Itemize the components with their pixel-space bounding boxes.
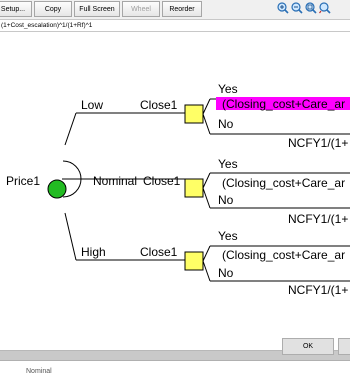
cancel-button[interactable] [338,338,350,355]
tree-canvas[interactable]: Price1 Low Close1 Yes (Closing_cost+Care… [0,32,350,350]
zoom-fit-icon[interactable] [305,2,317,14]
no-line-nominal [202,187,211,209]
ok-button[interactable]: OK [282,338,334,355]
branch-line-low [64,112,77,146]
reorder-button[interactable]: Reorder [162,1,202,17]
decision-node-high[interactable] [184,251,204,271]
root-node-label: Price1 [6,174,40,188]
full-screen-button[interactable]: Full Screen [74,1,120,17]
no-label-low: No [218,117,234,131]
partial-list-text: Nominal [26,368,52,375]
value-label-high: NCFY1/(1+ [288,283,348,297]
no-label-high: No [218,266,234,280]
yes-line-high [202,245,211,262]
yes-label-low: Yes [218,82,238,96]
no-label-nominal: No [218,193,234,207]
decision-label-low: Close1 [140,98,178,112]
decision-label-high: Close1 [140,245,178,259]
formula-field[interactable]: (1+Cost_escalation)^1/(1+Rf)^1 [0,19,350,32]
no-line-high [202,260,211,282]
zoom-reset-icon[interactable] [319,2,331,14]
formula-label-low: (Closing_cost+Care_ar [222,97,345,111]
setup-button[interactable]: Setup... [0,1,32,17]
branch-line-high [64,212,77,261]
value-label-low: NCFY1/(1+ [288,136,348,150]
zoom-in-icon[interactable] [277,2,289,14]
toolbar: Setup... Copy Full Screen Wheel Reorder [0,0,350,18]
chance-node[interactable] [47,179,67,199]
formula-label-high: (Closing_cost+Care_ar [222,248,345,262]
branch-label-high: High [81,245,106,259]
yes-label-nominal: Yes [218,157,238,171]
yes-line-low [202,98,211,115]
branch-label-nominal: Nominal [93,174,137,188]
decision-tree: Price1 Low Close1 Yes (Closing_cost+Care… [6,82,350,297]
copy-button[interactable]: Copy [34,1,72,17]
branch-label-low: Low [81,98,103,112]
yes-label-high: Yes [218,229,238,243]
decision-node-nominal[interactable] [184,178,204,198]
wheel-button[interactable]: Wheel [122,1,160,17]
yes-line-nominal [202,172,211,189]
value-label-nominal: NCFY1/(1+ [288,212,348,226]
formula-label-nominal: (Closing_cost+Care_ar [222,176,345,190]
decision-label-nominal: Close1 [143,174,181,188]
zoom-out-icon[interactable] [291,2,303,14]
no-line-low [202,113,211,135]
lower-panel [0,360,350,376]
decision-node-low[interactable] [184,104,204,124]
